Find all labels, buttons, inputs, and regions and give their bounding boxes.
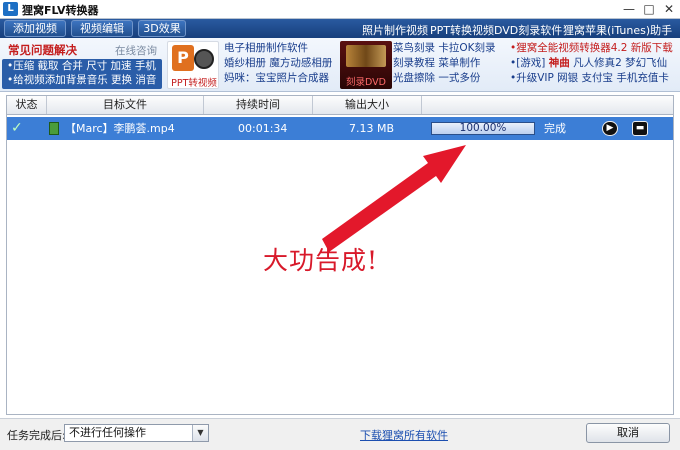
after-task-value: 不进行任何操作 [69,426,146,439]
dvd-thumb-caption: 刻录DVD [346,77,386,88]
baby-photo-link[interactable]: 妈咪：宝宝照片合成器 [224,71,332,86]
add-video-button[interactable]: 添加视频 [4,20,66,37]
progress-text: 100.00% [459,122,507,134]
maximize-button[interactable]: □ [639,0,659,19]
promo-panel: 常见问题解决 在线咨询 •压缩 截取 合并 尺寸 加速 手机 •给视频添加背景音… [0,38,680,92]
faq-line-compress[interactable]: •压缩 截取 合并 尺寸 加速 手机 [2,59,162,73]
album-link[interactable]: 电子相册制作软件 [224,41,332,56]
wedding-album-link[interactable]: 婚纱相册 魔方动感相册 [224,56,332,71]
duration-value: 00:01:34 [238,122,288,135]
vip-upgrade-link[interactable]: •升级VIP 网银 支付宝 手机充值卡 [510,71,673,86]
ppt-to-video-link[interactable]: PPT转换视频 [430,22,494,38]
film-reel-icon [194,49,214,69]
play-icon[interactable]: ▶ [602,121,618,136]
3d-effect-button[interactable]: 3D效果 [138,20,186,37]
ppt-thumb-caption: PPT转视频 [171,78,217,89]
check-icon: ✓ [11,120,23,136]
game-other-links[interactable]: 凡人修真2 梦幻飞仙 [570,57,667,69]
ppt-logo-icon: P [172,45,194,71]
faq-title[interactable]: 常见问题解决 [8,42,77,58]
close-button[interactable]: ✕ [659,0,679,19]
burn-links: 菜鸟刻录 卡拉OK刻录 刻录教程 菜单制作 光盘擦除 一式多份 [393,41,496,86]
title-bar: L 狸窝FLV转换器 — □ ✕ [0,0,680,19]
download-all-link[interactable]: 下载狸窝所有软件 [360,427,448,443]
output-size-value: 7.13 MB [349,122,395,135]
open-folder-icon[interactable]: ▬ [632,121,648,136]
task-table-header: 状态 目标文件 持续时间 输出大小 [6,95,674,115]
minimize-button[interactable]: — [619,0,639,19]
faq-line-audio[interactable]: •给视频添加背景音乐 更换 消音 [2,73,162,87]
cancel-button[interactable]: 取消 [586,423,670,443]
bottom-bar: 任务完成后: 不进行任何操作 ▼ 下载狸窝所有软件 取消 [0,418,680,450]
promo-links: •狸窝全能视频转换器4.2 新版下载 •[游戏] 神曲 凡人修真2 梦幻飞仙 •… [510,41,673,86]
faq-box: 常见问题解决 在线咨询 •压缩 截取 合并 尺寸 加速 手机 •给视频添加背景音… [2,40,162,90]
photo-to-video-link[interactable]: 照片制作视频 [362,22,428,38]
column-output-size[interactable]: 输出大小 [313,96,422,114]
burn-tutorial-link[interactable]: 刻录教程 菜单制作 [393,56,496,71]
album-links: 电子相册制作软件 婚纱相册 魔方动感相册 妈咪：宝宝照片合成器 [224,41,332,86]
task-state: 完成 [544,122,566,135]
after-task-label: 任务完成后: [7,429,66,442]
ppt-to-video-thumbnail[interactable]: P PPT转视频 [167,41,219,89]
faq-list: •压缩 截取 合并 尺寸 加速 手机 •给视频添加背景音乐 更换 消音 [2,59,162,89]
itunes-helper-link[interactable]: 狸窝苹果(iTunes)助手 [563,22,672,38]
edit-video-button[interactable]: 视频编辑 [71,20,133,37]
game-tag: •[游戏] [510,57,549,69]
online-consult-link[interactable]: 在线咨询 [115,43,157,58]
column-status[interactable]: 状态 [7,96,47,114]
window-title: 狸窝FLV转换器 [22,4,99,17]
chevron-down-icon[interactable]: ▼ [192,425,208,441]
annotation-text: 大功告成! [263,246,379,275]
dvd-burn-link[interactable]: DVD刻录软件 [494,22,562,38]
disc-erase-link[interactable]: 光盘擦除 一式多份 [393,71,496,86]
app-logo-icon: L [3,2,18,16]
video-file-icon [49,122,59,135]
column-duration[interactable]: 持续时间 [204,96,313,114]
full-converter-link[interactable]: •狸窝全能视频转换器4.2 新版下载 [510,41,673,56]
progress-bar: 100.00% [431,122,535,135]
column-target-file[interactable]: 目标文件 [47,96,204,114]
table-row[interactable]: ✓ 【Marc】李鹏荟.mp4 00:01:34 7.13 MB 100.00%… [7,117,673,140]
after-task-select[interactable]: 不进行任何操作 ▼ [64,424,209,442]
game-shenqu-link[interactable]: 神曲 [549,57,570,69]
toolbar: 添加视频 视频编辑 3D效果 照片制作视频 PPT转换视频 DVD刻录软件 狸窝… [0,19,680,38]
dvd-cover-image [346,45,386,67]
column-progress [422,96,673,114]
dvd-burn-thumbnail[interactable]: 刻录DVD [340,41,392,89]
game-links: •[游戏] 神曲 凡人修真2 梦幻飞仙 [510,56,673,71]
target-file-name: 【Marc】李鹏荟.mp4 [65,122,175,135]
burn-link[interactable]: 菜鸟刻录 卡拉OK刻录 [393,41,496,56]
